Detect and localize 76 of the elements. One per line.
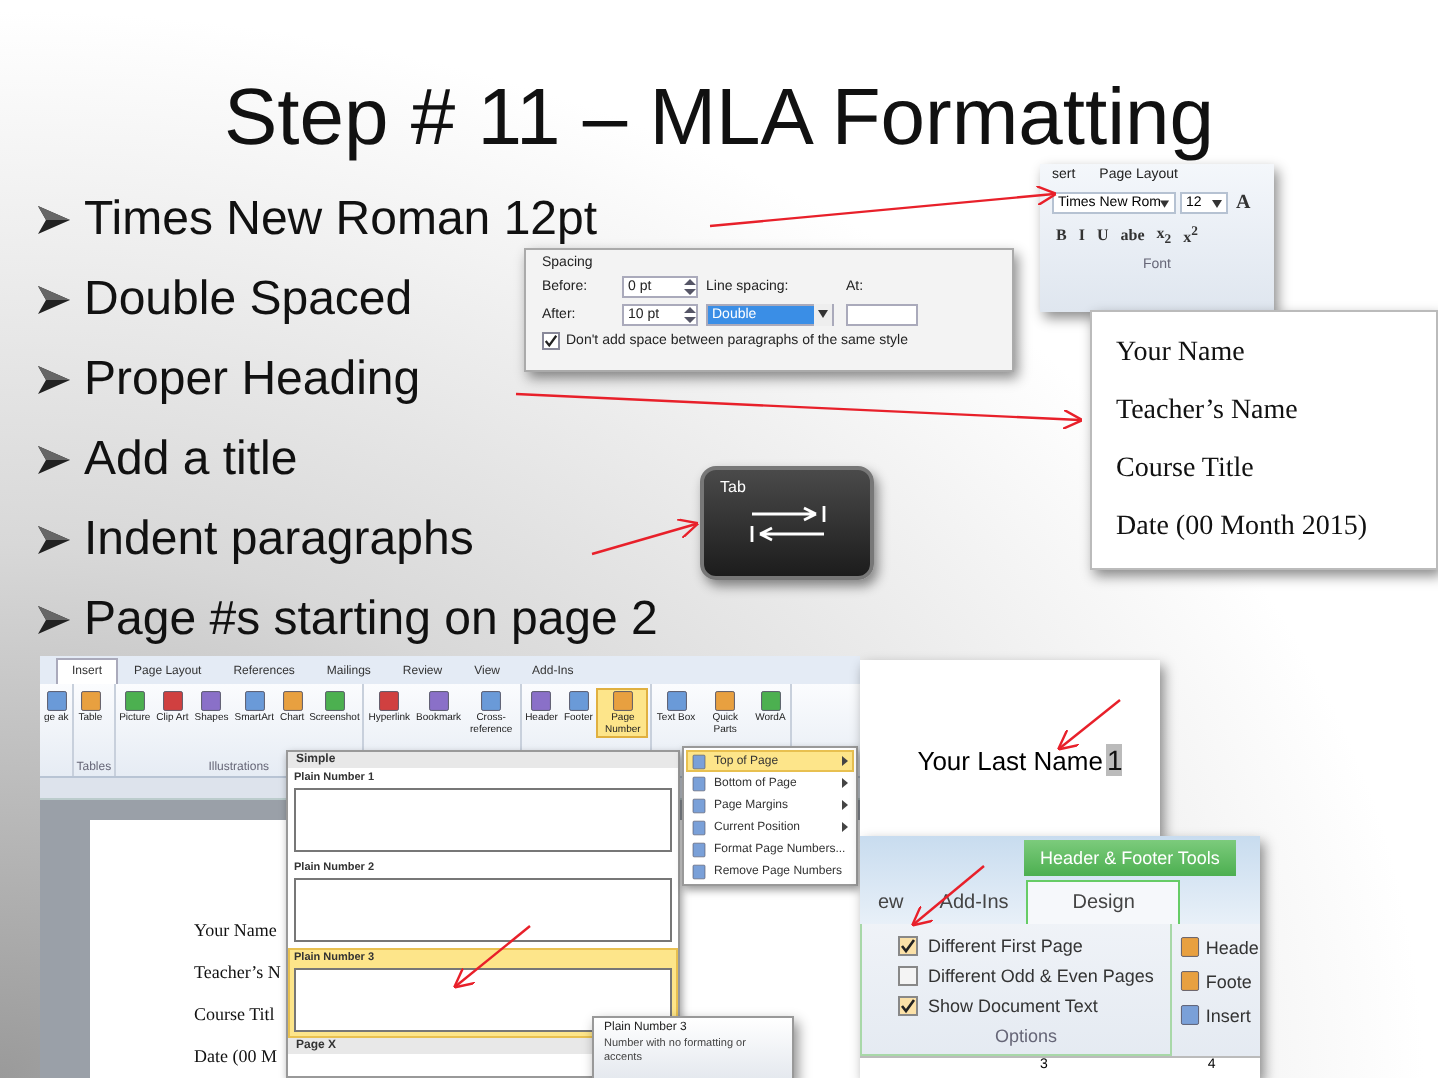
document-line: Teacher’s N	[194, 962, 281, 982]
grow-font-button[interactable]: A	[1232, 192, 1255, 214]
ribbon-tab[interactable]: Design	[1026, 880, 1181, 924]
ribbon-tab[interactable]: ew	[860, 880, 922, 924]
format-button[interactable]: B	[1052, 226, 1071, 245]
arrowhead-bullet-icon	[36, 282, 72, 318]
ribbon-command[interactable]: Foote	[1179, 970, 1259, 992]
tab-arrows-icon	[747, 504, 827, 544]
arrowhead-bullet-icon	[36, 362, 72, 398]
checkmark-icon	[900, 938, 916, 954]
caret-icon	[818, 310, 828, 318]
bullet-text: Proper Heading	[84, 352, 421, 408]
pointer-arrow	[452, 925, 531, 989]
checkbox[interactable]	[898, 996, 918, 1016]
arrowhead-bullet-icon	[36, 202, 72, 238]
pointer-arrow	[591, 518, 700, 556]
checkbox[interactable]	[898, 936, 918, 956]
ribbon-icon	[378, 690, 401, 712]
bullet-text: Double Spaced	[84, 272, 413, 328]
ribbon-icon	[665, 690, 688, 712]
at-field[interactable]	[846, 304, 918, 326]
ribbon-command[interactable]: Heade	[1179, 936, 1259, 958]
heading-line: Your Name	[1116, 337, 1245, 369]
ribbon-icon	[243, 690, 266, 712]
bullet-text: Page #s starting on page 2	[84, 592, 658, 648]
document-line: Course Titl	[194, 1004, 275, 1024]
format-button[interactable]: I	[1074, 226, 1089, 245]
bullet-text: Add a title	[84, 432, 298, 488]
checkmark-icon	[900, 998, 916, 1014]
format-button[interactable]: U	[1092, 226, 1113, 245]
arrowhead-bullet-icon	[36, 602, 72, 638]
checkbox-label: Show Document Text	[928, 996, 1098, 1016]
checkbox[interactable]	[542, 332, 560, 350]
spinner-icon	[684, 278, 696, 296]
ribbon-icon	[323, 690, 346, 712]
checkbox[interactable]	[898, 966, 918, 986]
bullet-text: Indent paragraphs	[84, 512, 474, 568]
heading-line: Course Title	[1116, 453, 1254, 485]
caret-icon	[1212, 199, 1222, 207]
spinner-icon	[684, 306, 696, 324]
key-label: Tab	[720, 478, 748, 496]
ribbon-icon	[759, 690, 782, 712]
group-label: Options	[992, 1026, 1059, 1046]
ribbon-icon	[611, 690, 634, 712]
heading-line: Date (00 Month 2015)	[1116, 511, 1368, 543]
context-tab-label: Header & Footer Tools	[1024, 840, 1236, 876]
checkbox-label: Different First Page	[928, 936, 1083, 956]
ribbon-icon	[123, 690, 146, 712]
format-button[interactable]: x$^{2}$	[1179, 224, 1202, 247]
heading-line: Teacher’s Name	[1116, 395, 1298, 427]
ribbon-icon	[281, 690, 304, 712]
document-line: Date (00 M	[194, 1046, 277, 1066]
caret-icon	[1160, 199, 1170, 207]
ribbon-icon	[480, 690, 503, 712]
ribbon-icon	[427, 690, 450, 712]
slide-title: Step # 11 – MLA Formatting	[221, 72, 1217, 166]
checkmark-icon	[544, 334, 558, 348]
ribbon-tab[interactable]: Add-Ins	[921, 880, 1027, 924]
pointer-arrow	[1056, 699, 1121, 751]
checkbox-label: Different Odd & Even Pages	[928, 966, 1154, 986]
document-line: Your Name	[194, 920, 277, 940]
ribbon-icon	[79, 690, 102, 712]
arrowhead-bullet-icon	[36, 442, 72, 478]
ribbon-icon	[45, 690, 68, 712]
ribbon-command[interactable]: Insert	[1179, 1004, 1259, 1026]
format-button[interactable]: x$_{2}$	[1152, 224, 1176, 248]
header-text: Your Last Name	[917, 745, 1103, 775]
ribbon-icon	[530, 690, 553, 712]
ribbon-icon	[161, 690, 184, 712]
ribbon-icon	[200, 690, 223, 712]
format-button[interactable]: abe	[1116, 226, 1149, 245]
ribbon-icon	[567, 690, 590, 712]
ribbon-icon	[714, 690, 737, 712]
page-number: 1	[1106, 744, 1123, 776]
bullet-text: Times New Roman 12pt	[84, 192, 598, 248]
arrowhead-bullet-icon	[36, 522, 72, 558]
